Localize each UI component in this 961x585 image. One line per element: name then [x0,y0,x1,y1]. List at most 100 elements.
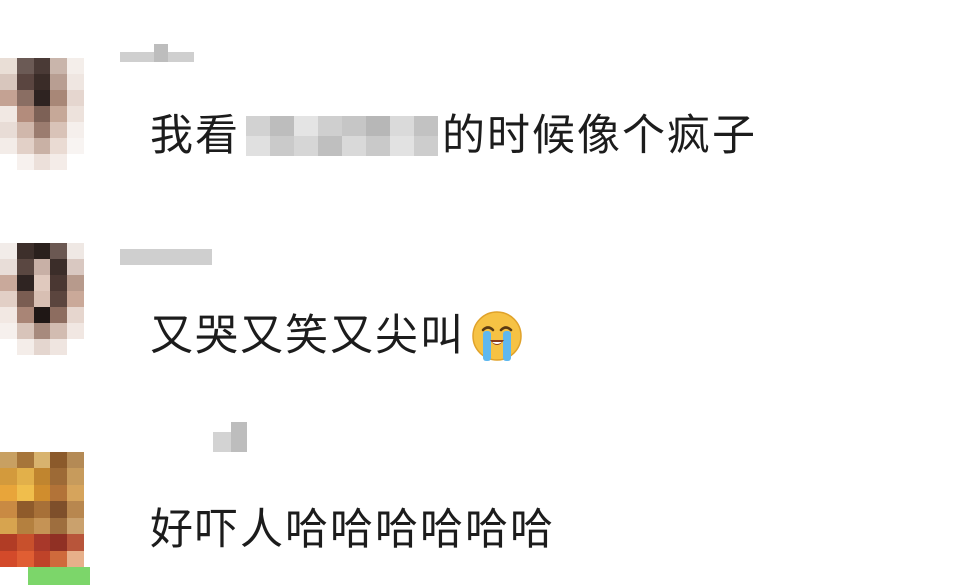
avatar-pixel [33,307,51,323]
avatar-pixel [50,275,68,291]
mosaic-pixel [294,116,318,136]
avatar-pixel [33,259,51,275]
avatar-pixel [16,501,34,518]
avatar-pixel [67,106,84,122]
avatar-pixel [16,534,34,551]
avatar-pixel [33,243,51,259]
mosaic-pixel [294,136,318,156]
avatar-pixel [33,138,51,154]
avatar-pixel [33,58,51,74]
avatar-pixel [33,534,51,551]
avatar[interactable] [0,58,84,170]
avatar-pixel [33,339,51,355]
mosaic-pixel [414,116,438,136]
avatar-pixel [67,517,84,535]
avatar-pixel [33,106,51,122]
avatar-pixel [0,550,17,567]
avatar-pixel [0,74,17,90]
avatar-pixel [33,122,51,138]
avatar-pixel [50,484,68,502]
loudly-crying-face-icon [472,311,522,361]
avatar-pixel [50,90,68,106]
mosaic-pixel [246,116,270,136]
avatar-pixel [16,58,34,74]
avatar-pixel [0,275,17,291]
avatar-pixel [67,74,84,90]
avatar-pixel [50,534,68,551]
avatar-pixel [33,468,51,485]
avatar-pixel [0,291,17,307]
avatar-pixel [67,138,84,154]
avatar-pixel [0,501,17,518]
avatar-pixel [33,484,51,502]
mosaic-pixel [390,116,414,136]
redacted-text-mosaic [246,116,438,156]
avatar-pixel [67,90,84,106]
avatar-pixel [16,275,34,291]
avatar-pixel [16,517,34,535]
avatar-pixel [16,291,34,307]
comment-text: 好吓人哈哈哈哈哈哈 [150,506,555,554]
avatar-pixel [33,452,51,469]
avatar-pixel [50,468,68,485]
avatar-pixel [0,106,17,122]
avatar-pixel [0,90,17,106]
mosaic-pixel [414,136,438,156]
avatar-pixel [0,517,17,535]
avatar-pixel [67,550,84,567]
comment-text-body: 好吓人哈哈哈哈哈哈 [150,505,555,555]
avatar-pixel [67,307,84,323]
avatar[interactable] [0,243,84,355]
avatar-pixel [0,534,17,551]
avatar-pixel [16,323,34,339]
avatar-pixel [0,307,17,323]
avatar-pixel [0,484,17,502]
avatar-pixel [33,517,51,535]
mosaic-pixel [246,136,270,156]
avatar-pixel [0,452,17,469]
username-redacted[interactable] [120,245,212,265]
avatar-pixel [33,74,51,90]
badge-strip [28,567,90,585]
avatar-pixel [16,243,34,259]
avatar-pixel [16,339,34,355]
avatar-pixel [50,307,68,323]
avatar-pixel [16,138,34,154]
avatar[interactable] [0,452,84,567]
avatar-pixel [67,452,84,469]
avatar-pixel [50,291,68,307]
avatar-pixel [16,484,34,502]
comment-text: 又哭又笑又尖叫 [150,310,523,362]
avatar-pixel [50,154,68,170]
comment-text-body: 又哭又笑又尖叫 [150,311,465,361]
avatar-pixel [33,154,51,170]
comment-text-after: 的时候像个疯子 [442,111,757,161]
avatar-pixel [33,550,51,567]
avatar-pixel [16,122,34,138]
avatar-pixel [67,501,84,518]
avatar-pixel [16,468,34,485]
avatar-pixel [50,323,68,339]
avatar-pixel [67,484,84,502]
avatar-pixel [67,534,84,551]
avatar-pixel [50,550,68,567]
avatar-pixel [0,323,17,339]
username-redacted[interactable] [120,42,194,62]
avatar-pixel [16,154,34,170]
avatar-pixel [16,307,34,323]
avatar-pixel [0,243,17,259]
avatar-pixel [67,339,84,355]
avatar-pixel [16,452,34,469]
avatar-pixel [33,90,51,106]
avatar-pixel [50,58,68,74]
avatar-pixel [67,275,84,291]
mosaic-pixel [270,116,294,136]
avatar-pixel [50,74,68,90]
avatar-pixel [67,243,84,259]
avatar-pixel [16,550,34,567]
username-redacted[interactable] [213,422,247,452]
mosaic-pixel [366,136,390,156]
avatar-pixel [0,154,17,170]
avatar-pixel [67,259,84,275]
mosaic-pixel [342,136,366,156]
